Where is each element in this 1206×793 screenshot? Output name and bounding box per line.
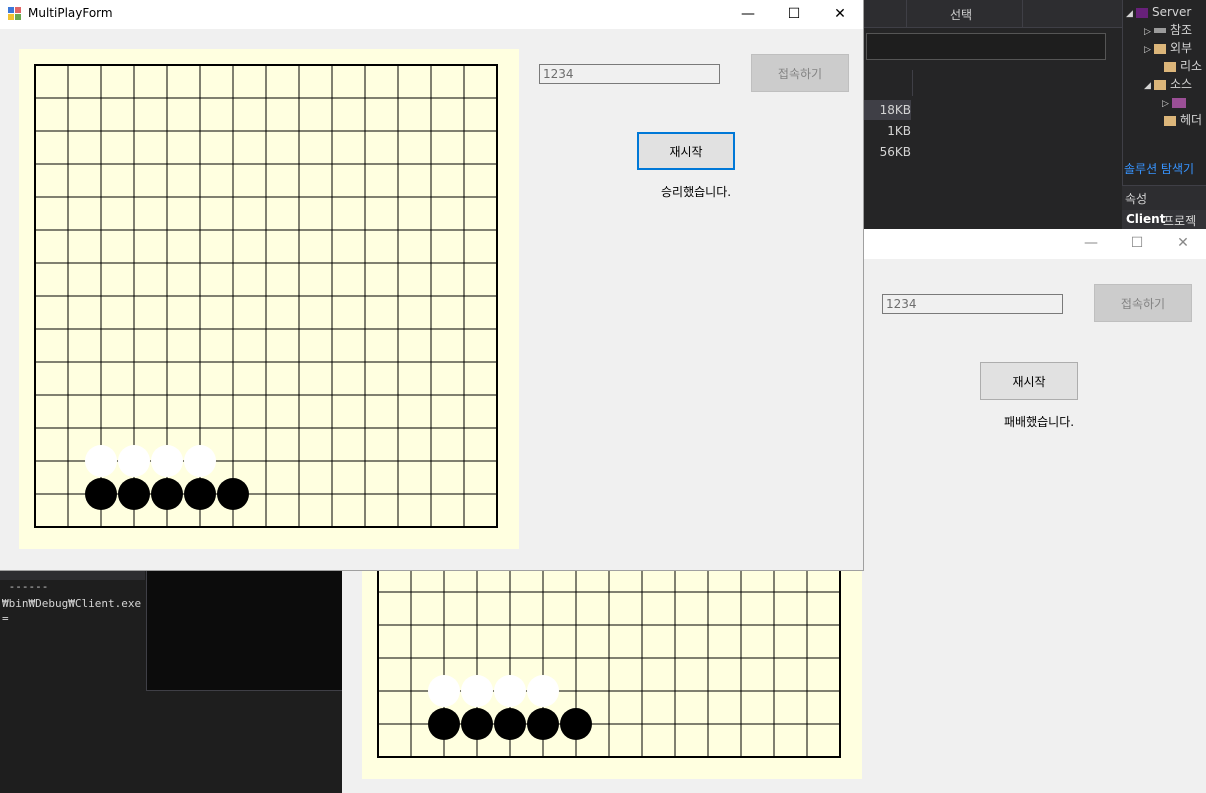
black-stone <box>461 708 493 740</box>
tree-item-label: 리소 <box>1180 59 1203 73</box>
tab-solution-explorer[interactable]: 솔루션 탐색기 <box>1124 160 1194 177</box>
tree-item-server[interactable]: ◢ Server <box>1126 3 1202 21</box>
maximize-icon[interactable]: ☐ <box>771 0 817 28</box>
black-stone <box>85 478 117 510</box>
tree-item-label: Server <box>1152 5 1192 19</box>
black-stone <box>118 478 150 510</box>
black-stone <box>428 708 460 740</box>
output-toolbar <box>0 570 145 580</box>
properties-object-name: Client <box>1126 212 1166 226</box>
tree-item-external[interactable]: ▷ 외부 <box>1126 39 1202 57</box>
white-stone <box>85 445 117 477</box>
folder-icon <box>1154 43 1166 54</box>
white-stone <box>151 445 183 477</box>
properties-title: 속성 <box>1125 192 1148 206</box>
restart-button[interactable]: 재시작 <box>980 362 1078 400</box>
column-header-select[interactable]: 선택 <box>950 6 972 23</box>
cpp-file-icon <box>1172 97 1186 108</box>
close-icon[interactable]: ✕ <box>1160 229 1206 257</box>
white-stone <box>527 675 559 707</box>
white-stone <box>118 445 150 477</box>
port-input[interactable]: 1234 <box>539 64 720 84</box>
console-panel <box>146 570 344 691</box>
black-stone <box>151 478 183 510</box>
expand-arrow-icon[interactable]: ▷ <box>1144 41 1154 59</box>
output-line: = <box>2 612 9 625</box>
close-icon[interactable]: ✕ <box>817 0 863 28</box>
ide-column-header <box>860 0 1122 28</box>
tree-item-source[interactable]: ◢ 소스 <box>1126 75 1202 93</box>
white-stone <box>184 445 216 477</box>
tree-item-resources[interactable]: 리소 <box>1126 57 1202 75</box>
folder-icon <box>1164 61 1176 72</box>
black-stone <box>560 708 592 740</box>
collapse-arrow-icon[interactable]: ◢ <box>1126 5 1136 23</box>
file-size-cell[interactable]: 56KB <box>863 142 911 162</box>
game-status-text: 패배했습니다. <box>1004 415 1075 429</box>
tree-item-headers[interactable]: 헤더 <box>1126 111 1202 129</box>
solution-tree: ◢ Server ▷ 참조 ▷ 외부 리소 ◢ 소스 ▷ 헤더 <box>1126 3 1202 129</box>
output-line: ------ <box>2 580 49 593</box>
folder-icon <box>1164 115 1176 126</box>
black-stone <box>217 478 249 510</box>
column-separator <box>912 70 913 96</box>
black-stone <box>494 708 526 740</box>
game-status-text: 승리했습니다. <box>661 185 732 199</box>
solution-icon <box>1136 7 1148 18</box>
column-separator <box>1022 0 1023 27</box>
references-icon <box>1154 28 1166 33</box>
tree-item-label: 소스 <box>1170 77 1193 91</box>
omok-board[interactable] <box>19 49 519 549</box>
tree-item-references[interactable]: ▷ 참조 <box>1126 21 1202 39</box>
output-line: ₩bin₩Debug₩Client.exe <box>2 597 142 610</box>
form-app-icon <box>8 7 22 20</box>
restart-button[interactable]: 재시작 <box>637 132 735 170</box>
tree-item-label: 참조 <box>1170 23 1193 37</box>
white-stone <box>494 675 526 707</box>
folder-icon <box>1154 79 1166 90</box>
file-size-cell[interactable]: 1KB <box>863 121 911 141</box>
white-stone <box>461 675 493 707</box>
maximize-icon[interactable]: ☐ <box>1114 229 1160 257</box>
white-stone <box>428 675 460 707</box>
black-stone <box>527 708 559 740</box>
minimize-icon[interactable]: — <box>725 0 771 28</box>
file-size-cell[interactable]: 18KB <box>863 100 911 120</box>
minimize-icon[interactable]: — <box>1068 229 1114 257</box>
ide-filter-input[interactable] <box>866 33 1106 60</box>
black-stone <box>184 478 216 510</box>
connect-button[interactable]: 접속하기 <box>751 54 849 92</box>
window-title: MultiPlayForm <box>28 6 113 20</box>
connect-button[interactable]: 접속하기 <box>1094 284 1192 322</box>
column-separator <box>906 0 907 27</box>
board-grid[interactable] <box>19 49 519 549</box>
collapse-arrow-icon[interactable]: ◢ <box>1144 77 1154 95</box>
tree-item-cpp-file[interactable]: ▷ <box>1126 93 1202 111</box>
tree-item-label: 헤더 <box>1180 113 1203 127</box>
tree-item-label: 외부 <box>1170 41 1193 55</box>
port-input[interactable]: 1234 <box>882 294 1063 314</box>
